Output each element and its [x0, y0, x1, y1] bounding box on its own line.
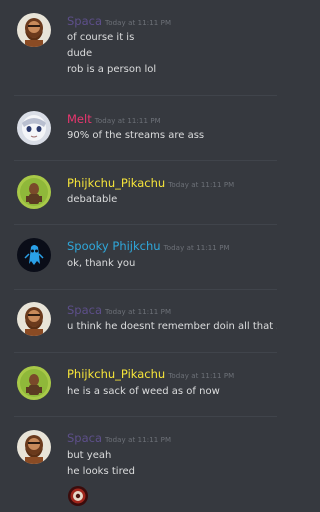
message-timestamp: Today at 11:11 PM — [105, 19, 172, 27]
message-timestamp: Today at 11:11 PM — [168, 181, 235, 189]
message-text: debatable — [67, 194, 118, 205]
message-text: u think he doesnt remember doin all that… — [67, 321, 277, 332]
message-timestamp: Today at 11:11 PM — [105, 436, 172, 444]
round-emote-icon — [67, 485, 89, 507]
white-anime-character-avatar-icon[interactable] — [17, 111, 51, 145]
author-name[interactable]: Spooky Phijkchu — [67, 239, 161, 253]
author-name[interactable]: Phijkchu_Pikachu — [67, 367, 165, 381]
message-divider — [14, 416, 277, 417]
message-divider — [14, 160, 277, 161]
message-divider — [14, 289, 277, 290]
message-text: he is a sack of weed as of now — [67, 386, 220, 397]
message-timestamp: Today at 11:11 PM — [94, 117, 161, 125]
message-timestamp: Today at 11:11 PM — [168, 372, 235, 380]
message-divider — [14, 352, 277, 353]
message-timestamp: Today at 11:11 PM — [163, 244, 230, 252]
message-text: dude — [67, 48, 93, 59]
blue-ghost-character-avatar-icon[interactable] — [17, 238, 51, 272]
message-divider — [14, 95, 277, 96]
author-name[interactable]: Melt — [67, 112, 92, 126]
author-name[interactable]: Phijkchu_Pikachu — [67, 176, 165, 190]
brown-bearded-character-avatar-icon[interactable] — [17, 430, 51, 464]
message-text: he looks tired — [67, 466, 135, 477]
message-divider — [14, 224, 277, 225]
brown-bearded-character-avatar-icon[interactable] — [17, 13, 51, 47]
author-name[interactable]: Spaca — [67, 14, 102, 28]
author-name[interactable]: Spaca — [67, 431, 102, 445]
message-text: ok, thank you — [67, 258, 136, 269]
author-name[interactable]: Spaca — [67, 303, 102, 317]
brown-bearded-character-avatar-icon[interactable] — [17, 302, 51, 336]
message-text: but yeah — [67, 450, 112, 461]
message-text: of course it is — [67, 32, 135, 43]
message-text: 90% of the streams are ass — [67, 130, 205, 141]
green-character-avatar-icon[interactable] — [17, 175, 51, 209]
green-character-avatar-icon[interactable] — [17, 366, 51, 400]
chat-log: Spaca Today at 11:11 PM of course it is d… — [0, 0, 277, 512]
message-timestamp: Today at 11:11 PM — [105, 308, 172, 316]
message-text: rob is a person lol — [67, 64, 157, 75]
